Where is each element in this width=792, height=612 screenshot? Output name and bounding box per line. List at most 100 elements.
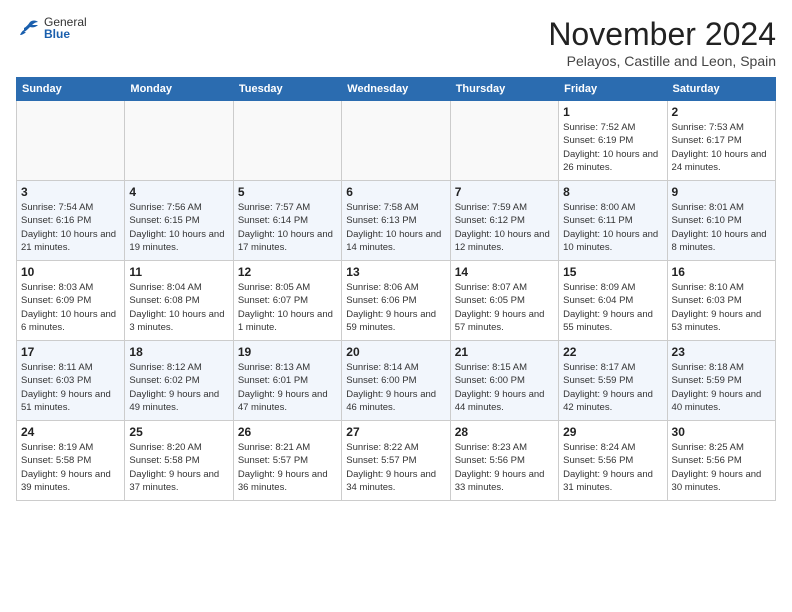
day-info: Sunrise: 7:52 AMSunset: 6:19 PMDaylight:… bbox=[563, 121, 662, 174]
calendar-cell: 17Sunrise: 8:11 AMSunset: 6:03 PMDayligh… bbox=[17, 341, 125, 421]
day-info: Sunrise: 8:18 AMSunset: 5:59 PMDaylight:… bbox=[672, 361, 771, 414]
day-number: 27 bbox=[346, 425, 445, 439]
day-info: Sunrise: 8:24 AMSunset: 5:56 PMDaylight:… bbox=[563, 441, 662, 494]
day-info: Sunrise: 8:10 AMSunset: 6:03 PMDaylight:… bbox=[672, 281, 771, 334]
calendar-cell: 27 Sunrise: 8:22 AMSunset: 5:57 PMDayligh… bbox=[342, 421, 450, 501]
day-number: 22 bbox=[563, 345, 662, 359]
day-info: Sunrise: 8:22 AMSunset: 5:57 PMDaylight:… bbox=[346, 441, 445, 494]
day-number: 2 bbox=[672, 105, 771, 119]
day-info: Sunrise: 8:20 AMSunset: 5:58 PMDaylight:… bbox=[129, 441, 228, 494]
calendar-cell: 22 Sunrise: 8:17 AMSunset: 5:59 PMDayligh… bbox=[559, 341, 667, 421]
calendar-cell: 7 Sunrise: 7:59 AMSunset: 6:12 PMDaylight… bbox=[450, 181, 558, 261]
calendar-cell: 25 Sunrise: 8:20 AMSunset: 5:58 PMDayligh… bbox=[125, 421, 233, 501]
day-number: 25 bbox=[129, 425, 228, 439]
calendar-cell: 20Sunrise: 8:14 AMSunset: 6:00 PMDayligh… bbox=[342, 341, 450, 421]
day-info: Sunrise: 7:53 AMSunset: 6:17 PMDaylight:… bbox=[672, 121, 771, 174]
day-info: Sunrise: 8:14 AMSunset: 6:00 PMDaylight:… bbox=[346, 361, 445, 414]
calendar-cell: 13 Sunrise: 8:06 AMSunset: 6:06 PMDayligh… bbox=[342, 261, 450, 341]
day-number: 21 bbox=[455, 345, 554, 359]
calendar-cell bbox=[342, 101, 450, 181]
calendar-cell bbox=[450, 101, 558, 181]
calendar-cell bbox=[17, 101, 125, 181]
day-number: 5 bbox=[238, 185, 337, 199]
day-number: 13 bbox=[346, 265, 445, 279]
calendar-week-row: 1Sunrise: 7:52 AMSunset: 6:19 PMDaylight… bbox=[17, 101, 776, 181]
calendar-cell: 18 Sunrise: 8:12 AMSunset: 6:02 PMDayligh… bbox=[125, 341, 233, 421]
day-number: 30 bbox=[672, 425, 771, 439]
calendar-header: SundayMondayTuesdayWednesdayThursdayFrid… bbox=[17, 78, 776, 101]
header-day: Thursday bbox=[450, 78, 558, 101]
calendar-week-row: 10 Sunrise: 8:03 AMSunset: 6:09 PMDayligh… bbox=[17, 261, 776, 341]
header-day: Saturday bbox=[667, 78, 775, 101]
header-row: SundayMondayTuesdayWednesdayThursdayFrid… bbox=[17, 78, 776, 101]
day-number: 18 bbox=[129, 345, 228, 359]
logo-text: GeneralBlue bbox=[44, 16, 87, 40]
calendar-week-row: 3 Sunrise: 7:54 AMSunset: 6:16 PMDaylight… bbox=[17, 181, 776, 261]
day-info: Sunrise: 8:19 AMSunset: 5:58 PMDaylight:… bbox=[21, 441, 120, 494]
calendar-cell bbox=[125, 101, 233, 181]
day-info: Sunrise: 8:07 AMSunset: 6:05 PMDaylight:… bbox=[455, 281, 554, 334]
day-info: Sunrise: 8:03 AMSunset: 6:09 PMDaylight:… bbox=[21, 281, 120, 334]
header-day: Tuesday bbox=[233, 78, 341, 101]
day-number: 26 bbox=[238, 425, 337, 439]
subtitle: Pelayos, Castille and Leon, Spain bbox=[548, 53, 776, 69]
day-number: 23 bbox=[672, 345, 771, 359]
day-info: Sunrise: 8:13 AMSunset: 6:01 PMDaylight:… bbox=[238, 361, 337, 414]
day-number: 19 bbox=[238, 345, 337, 359]
day-number: 17 bbox=[21, 345, 120, 359]
day-info: Sunrise: 8:01 AMSunset: 6:10 PMDaylight:… bbox=[672, 201, 771, 254]
calendar-cell: 12 Sunrise: 8:05 AMSunset: 6:07 PMDayligh… bbox=[233, 261, 341, 341]
calendar-cell bbox=[233, 101, 341, 181]
calendar-cell: 26 Sunrise: 8:21 AMSunset: 5:57 PMDayligh… bbox=[233, 421, 341, 501]
day-info: Sunrise: 8:05 AMSunset: 6:07 PMDaylight:… bbox=[238, 281, 337, 334]
day-number: 12 bbox=[238, 265, 337, 279]
calendar-cell: 4Sunrise: 7:56 AMSunset: 6:15 PMDaylight… bbox=[125, 181, 233, 261]
calendar-cell: 8 Sunrise: 8:00 AMSunset: 6:11 PMDaylight… bbox=[559, 181, 667, 261]
day-info: Sunrise: 8:17 AMSunset: 5:59 PMDaylight:… bbox=[563, 361, 662, 414]
day-info: Sunrise: 8:12 AMSunset: 6:02 PMDaylight:… bbox=[129, 361, 228, 414]
day-number: 24 bbox=[21, 425, 120, 439]
day-info: Sunrise: 8:06 AMSunset: 6:06 PMDaylight:… bbox=[346, 281, 445, 334]
calendar-cell: 28Sunrise: 8:23 AMSunset: 5:56 PMDayligh… bbox=[450, 421, 558, 501]
calendar-cell: 1Sunrise: 7:52 AMSunset: 6:19 PMDaylight… bbox=[559, 101, 667, 181]
header-day: Friday bbox=[559, 78, 667, 101]
day-number: 3 bbox=[21, 185, 120, 199]
day-info: Sunrise: 7:58 AMSunset: 6:13 PMDaylight:… bbox=[346, 201, 445, 254]
day-number: 9 bbox=[672, 185, 771, 199]
calendar-week-row: 24 Sunrise: 8:19 AMSunset: 5:58 PMDayligh… bbox=[17, 421, 776, 501]
calendar-cell: 3 Sunrise: 7:54 AMSunset: 6:16 PMDaylight… bbox=[17, 181, 125, 261]
calendar-cell: 15 Sunrise: 8:09 AMSunset: 6:04 PMDayligh… bbox=[559, 261, 667, 341]
header-day: Monday bbox=[125, 78, 233, 101]
day-number: 4 bbox=[129, 185, 228, 199]
day-info: Sunrise: 8:09 AMSunset: 6:04 PMDaylight:… bbox=[563, 281, 662, 334]
day-info: Sunrise: 8:04 AMSunset: 6:08 PMDaylight:… bbox=[129, 281, 228, 334]
day-info: Sunrise: 7:57 AMSunset: 6:14 PMDaylight:… bbox=[238, 201, 337, 254]
calendar-body: 1Sunrise: 7:52 AMSunset: 6:19 PMDaylight… bbox=[17, 101, 776, 501]
calendar-cell: 5 Sunrise: 7:57 AMSunset: 6:14 PMDaylight… bbox=[233, 181, 341, 261]
month-title: November 2024 bbox=[548, 16, 776, 53]
day-number: 14 bbox=[455, 265, 554, 279]
header-day: Wednesday bbox=[342, 78, 450, 101]
calendar-cell: 23 Sunrise: 8:18 AMSunset: 5:59 PMDayligh… bbox=[667, 341, 775, 421]
day-info: Sunrise: 7:54 AMSunset: 6:16 PMDaylight:… bbox=[21, 201, 120, 254]
day-number: 29 bbox=[563, 425, 662, 439]
day-info: Sunrise: 7:59 AMSunset: 6:12 PMDaylight:… bbox=[455, 201, 554, 254]
calendar-cell: 10 Sunrise: 8:03 AMSunset: 6:09 PMDayligh… bbox=[17, 261, 125, 341]
day-number: 8 bbox=[563, 185, 662, 199]
day-number: 28 bbox=[455, 425, 554, 439]
calendar-cell: 9 Sunrise: 8:01 AMSunset: 6:10 PMDaylight… bbox=[667, 181, 775, 261]
day-info: Sunrise: 8:00 AMSunset: 6:11 PMDaylight:… bbox=[563, 201, 662, 254]
day-info: Sunrise: 8:25 AMSunset: 5:56 PMDaylight:… bbox=[672, 441, 771, 494]
calendar-cell: 16Sunrise: 8:10 AMSunset: 6:03 PMDayligh… bbox=[667, 261, 775, 341]
day-info: Sunrise: 8:21 AMSunset: 5:57 PMDaylight:… bbox=[238, 441, 337, 494]
day-number: 11 bbox=[129, 265, 228, 279]
header-day: Sunday bbox=[17, 78, 125, 101]
calendar-cell: 6Sunrise: 7:58 AMSunset: 6:13 PMDaylight… bbox=[342, 181, 450, 261]
day-number: 15 bbox=[563, 265, 662, 279]
day-number: 10 bbox=[21, 265, 120, 279]
calendar-cell: 14 Sunrise: 8:07 AMSunset: 6:05 PMDayligh… bbox=[450, 261, 558, 341]
day-number: 7 bbox=[455, 185, 554, 199]
title-area: November 2024 Pelayos, Castille and Leon… bbox=[548, 16, 776, 69]
calendar-cell: 30 Sunrise: 8:25 AMSunset: 5:56 PMDayligh… bbox=[667, 421, 775, 501]
calendar-cell: 2 Sunrise: 7:53 AMSunset: 6:17 PMDaylight… bbox=[667, 101, 775, 181]
